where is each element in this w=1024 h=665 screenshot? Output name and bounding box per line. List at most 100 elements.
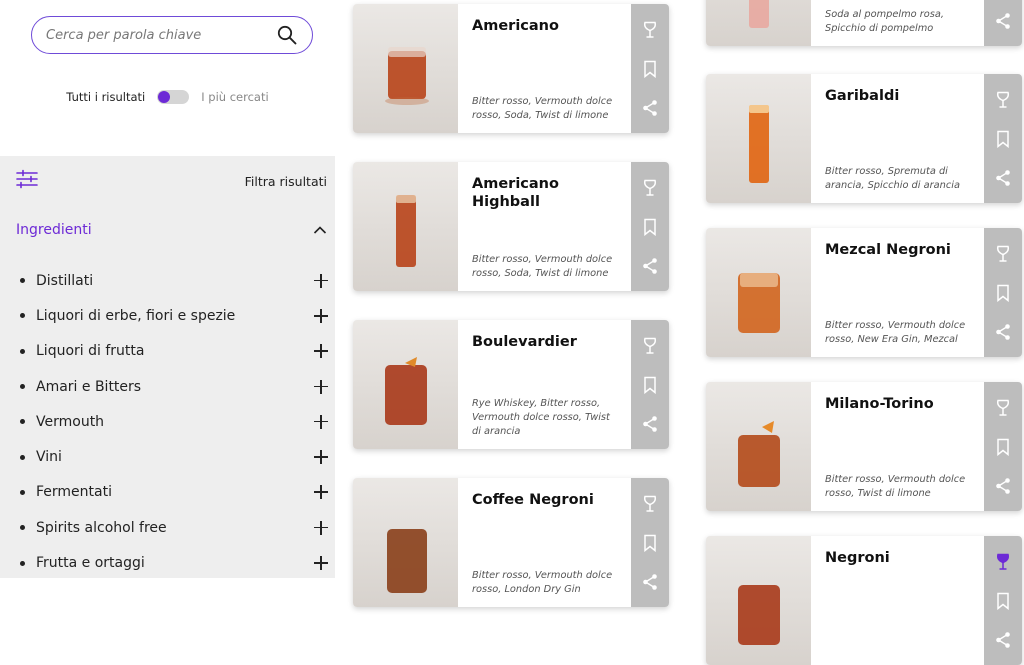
ingredient-item[interactable]: Amari e Bitters (20, 369, 328, 404)
bullet (20, 419, 25, 425)
cocktail-photo (706, 228, 811, 357)
card-body: Garibaldi Bitter rosso, Spremuta di aran… (811, 74, 984, 203)
ingredient-item[interactable]: Fermentati (20, 475, 328, 510)
cocktail-card[interactable]: Americano Bitter rosso, Vermouth dolce r… (353, 4, 669, 133)
ingredient-item[interactable]: Vermouth (20, 404, 328, 439)
cocktail-card[interactable]: Garibaldi Bitter rosso, Spremuta di aran… (706, 74, 1022, 203)
cocktail-ingredients: Bitter rosso, Vermouth dolce rosso, Twis… (825, 474, 966, 499)
wine-glass-icon[interactable] (994, 245, 1012, 263)
search-icon[interactable] (276, 24, 298, 46)
plus-icon[interactable] (314, 485, 328, 500)
bookmark-icon[interactable] (994, 284, 1012, 302)
wine-glass-icon[interactable] (641, 179, 659, 197)
cocktail-photo (706, 0, 811, 46)
share-icon[interactable] (994, 323, 1012, 341)
plus-icon[interactable] (314, 520, 328, 535)
ingredient-item[interactable]: Spirits alcohol free (20, 510, 328, 545)
wine-glass-icon[interactable] (994, 399, 1012, 417)
card-body: Coffee Negroni Bitter rosso, Vermouth do… (458, 478, 631, 607)
ingredients-title: Ingredienti (16, 222, 92, 238)
cocktail-ingredients: Rye Whiskey, Bitter rosso, Vermouth dolc… (472, 398, 610, 437)
cocktail-name[interactable]: Milano-Torino (825, 395, 970, 413)
wine-glass-icon[interactable] (641, 337, 659, 355)
cocktail-name[interactable]: Mezcal Negroni (825, 241, 970, 259)
search-input[interactable] (46, 27, 276, 43)
ingredient-label: Liquori di erbe, fiori e spezie (36, 307, 236, 324)
bookmark-icon[interactable] (641, 376, 659, 394)
share-icon[interactable] (994, 477, 1012, 495)
ingredient-item[interactable]: Liquori di erbe, fiori e spezie (20, 298, 328, 333)
ingredient-item[interactable]: Liquori di frutta (20, 334, 328, 369)
card-body: Soda al pompelmo rosa, Spicchio di pompe… (811, 0, 984, 46)
ingredient-item[interactable]: Vini (20, 439, 328, 474)
share-icon[interactable] (994, 631, 1012, 649)
ingredient-item[interactable]: Distillati (20, 263, 328, 298)
card-actions (631, 162, 669, 291)
search-box[interactable] (31, 16, 313, 54)
cocktail-photo (353, 4, 458, 133)
bookmark-icon[interactable] (994, 592, 1012, 610)
results-toggle-row: Tutti i risultati I più cercati (0, 90, 335, 104)
toggle-knob (158, 91, 171, 103)
results-toggle-switch[interactable] (157, 90, 190, 104)
bookmark-icon[interactable] (641, 60, 659, 78)
share-icon[interactable] (641, 573, 659, 591)
sliders-icon[interactable] (16, 169, 38, 193)
card-actions (984, 74, 1022, 203)
cocktail-photo (706, 74, 811, 203)
wine-glass-icon[interactable] (641, 21, 659, 39)
cocktail-name[interactable]: Coffee Negroni (472, 491, 617, 509)
filter-results-label[interactable]: Filtra risultati (245, 174, 327, 189)
cocktail-photo (706, 382, 811, 511)
wine-glass-icon[interactable] (641, 495, 659, 513)
plus-icon[interactable] (314, 556, 328, 571)
plus-icon[interactable] (314, 273, 328, 288)
filter-header[interactable]: Filtra risultati (16, 169, 327, 193)
cocktail-card[interactable]: Americano Highball Bitter rosso, Vermout… (353, 162, 669, 291)
toggle-label-popular[interactable]: I più cercati (201, 90, 268, 104)
ingredient-item[interactable]: Frutta e ortaggi (20, 545, 328, 580)
share-icon[interactable] (641, 99, 659, 117)
ingredient-label: Vermouth (36, 413, 105, 430)
bookmark-icon[interactable] (641, 218, 659, 236)
cocktail-name[interactable]: Negroni (825, 549, 970, 567)
bullet (20, 560, 25, 566)
card-body: Boulevardier Rye Whiskey, Bitter rosso, … (458, 320, 631, 449)
filters-panel: Filtra risultati Ingredienti Distillati … (0, 156, 335, 578)
cocktail-card[interactable]: Soda al pompelmo rosa, Spicchio di pompe… (706, 0, 1022, 46)
plus-icon[interactable] (314, 308, 328, 323)
plus-icon[interactable] (314, 344, 328, 359)
plus-icon[interactable] (314, 450, 328, 465)
ingredients-section-header[interactable]: Ingredienti (16, 222, 327, 238)
share-icon[interactable] (994, 12, 1012, 30)
cocktail-card[interactable]: Negroni (706, 536, 1022, 665)
toggle-label-all[interactable]: Tutti i risultati (66, 90, 145, 104)
share-icon[interactable] (641, 415, 659, 433)
card-actions (631, 320, 669, 449)
bookmark-icon[interactable] (994, 438, 1012, 456)
cocktail-name[interactable]: Garibaldi (825, 87, 970, 105)
share-icon[interactable] (641, 257, 659, 275)
cocktail-photo (353, 162, 458, 291)
cocktail-card[interactable]: Boulevardier Rye Whiskey, Bitter rosso, … (353, 320, 669, 449)
cocktail-name[interactable]: Americano Highball (472, 175, 617, 211)
ingredient-label: Liquori di frutta (36, 343, 145, 360)
ingredient-label: Spirits alcohol free (36, 519, 167, 536)
cocktail-card[interactable]: Milano-Torino Bitter rosso, Vermouth dol… (706, 382, 1022, 511)
plus-icon[interactable] (314, 414, 328, 429)
wine-glass-icon-active[interactable] (994, 553, 1012, 571)
share-icon[interactable] (994, 169, 1012, 187)
bullet (20, 278, 25, 284)
chevron-up-icon[interactable] (313, 225, 327, 235)
ingredient-label: Frutta e ortaggi (36, 555, 145, 572)
cocktail-card[interactable]: Coffee Negroni Bitter rosso, Vermouth do… (353, 478, 669, 607)
plus-icon[interactable] (314, 379, 328, 394)
cocktail-card[interactable]: Mezcal Negroni Bitter rosso, Vermouth do… (706, 228, 1022, 357)
bookmark-icon[interactable] (994, 130, 1012, 148)
cocktail-name[interactable]: Boulevardier (472, 333, 617, 351)
wine-glass-icon[interactable] (994, 91, 1012, 109)
cocktail-name[interactable]: Americano (472, 17, 617, 35)
ingredient-label: Amari e Bitters (36, 378, 142, 395)
left-panel: Tutti i risultati I più cercati Filtra r… (0, 0, 335, 578)
bookmark-icon[interactable] (641, 534, 659, 552)
